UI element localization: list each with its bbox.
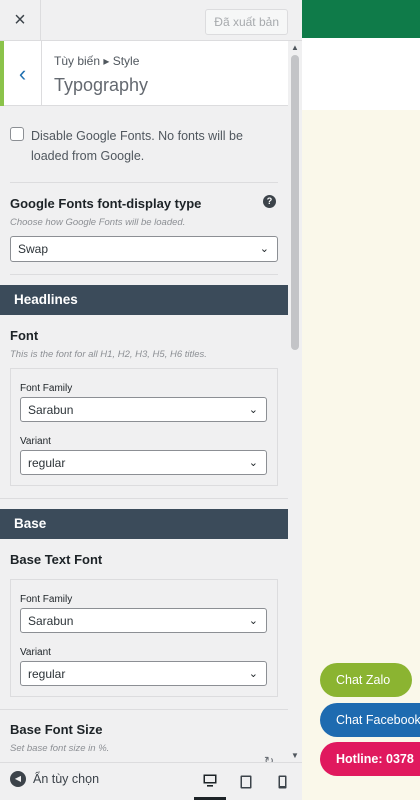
font-display-desc: Choose how Google Fonts will be loaded. <box>10 217 186 228</box>
section-header: ‹ Tùy biến ▸ Style Typography <box>0 41 288 106</box>
mobile-preview-button[interactable] <box>266 763 298 800</box>
base-font-box: Font Family Sarabun ⌄ Variant regular ⌄ <box>10 579 278 697</box>
base-font-family-select[interactable]: Sarabun ⌄ <box>20 608 267 633</box>
variant-label: Variant <box>20 436 51 447</box>
customizer-topbar: × Đã xuất bản <box>0 0 302 41</box>
font-display-select[interactable]: Swap ⌄ <box>10 236 278 262</box>
base-band: Base <box>0 509 288 539</box>
font-display-title: Google Fonts font-display type <box>10 196 202 211</box>
disable-google-fonts-label[interactable]: Disable Google Fonts. No fonts will be l… <box>31 126 278 166</box>
controls-scroll-area: ‹ Tùy biến ▸ Style Typography Disable Go… <box>0 41 288 762</box>
font-family-label: Font Family <box>20 594 73 605</box>
chevron-down-icon: ⌄ <box>248 404 258 416</box>
tablet-icon <box>240 775 252 788</box>
font-family-value: Sarabun <box>28 614 74 628</box>
font-display-value: Swap <box>18 242 49 256</box>
close-icon[interactable]: × <box>0 0 41 41</box>
customizer-panel: × Đã xuất bản ‹ Tùy biến ▸ Style Typogra… <box>0 0 302 800</box>
scrollbar[interactable]: ▲ ▼ <box>288 41 302 762</box>
headlines-font-family-select[interactable]: Sarabun ⌄ <box>20 397 267 422</box>
scroll-down-icon[interactable]: ▼ <box>291 751 299 760</box>
help-icon[interactable]: ? <box>263 195 276 208</box>
mobile-icon <box>278 775 286 788</box>
base-variant-select[interactable]: regular ⌄ <box>20 661 267 686</box>
customizer-footer: ◀ Ẩn tùy chọn <box>0 762 302 800</box>
base-font-title: Base Text Font <box>10 552 103 567</box>
font-family-value: Sarabun <box>28 403 74 417</box>
headlines-font-title: Font <box>10 328 39 343</box>
headlines-font-control: Font This is the font for all H1, H2, H3… <box>0 315 288 499</box>
chevron-down-icon: ⌄ <box>248 615 258 627</box>
chevron-down-icon: ⌄ <box>259 243 269 255</box>
chevron-down-icon: ⌄ <box>248 668 258 680</box>
base-font-size-desc: Set base font size in %. <box>10 743 110 754</box>
disable-google-fonts-checkbox[interactable] <box>10 127 24 141</box>
headlines-variant-select[interactable]: regular ⌄ <box>20 450 267 475</box>
preview-site-header <box>302 0 420 38</box>
chevron-down-icon: ⌄ <box>248 457 258 469</box>
preview-body: Chat Zalo Chat Facebook Hotline: 0378 <box>302 0 420 800</box>
desktop-preview-button[interactable] <box>194 763 226 800</box>
disable-fonts-control: Disable Google Fonts. No fonts will be l… <box>0 106 288 275</box>
breadcrumb: Tùy biến ▸ Style <box>54 54 140 68</box>
scroll-up-icon[interactable]: ▲ <box>291 43 299 52</box>
base-font-size-control: Base Font Size Set base font size in %. … <box>0 710 288 762</box>
variant-value: regular <box>28 456 66 470</box>
hotline-button[interactable]: Hotline: 0378 <box>320 742 420 776</box>
headlines-font-desc: This is the font for all H1, H2, H3, H5,… <box>10 349 207 360</box>
variant-label: Variant <box>20 647 51 658</box>
desktop-icon <box>203 774 217 787</box>
variant-value: regular <box>28 667 66 681</box>
publish-button[interactable]: Đã xuất bản <box>205 9 288 35</box>
chat-facebook-button[interactable]: Chat Facebook <box>320 703 420 737</box>
preview-nav-area <box>302 38 420 110</box>
tablet-preview-button[interactable] <box>230 763 262 800</box>
base-font-size-title: Base Font Size <box>10 722 103 737</box>
headlines-font-box: Font Family Sarabun ⌄ Variant regular ⌄ <box>10 368 278 486</box>
chevron-left-icon: ‹ <box>18 60 27 86</box>
hide-controls-label: Ẩn tùy chọn <box>33 772 100 786</box>
back-button[interactable]: ‹ <box>0 41 42 106</box>
headlines-band: Headlines <box>0 285 288 315</box>
scrollbar-thumb[interactable] <box>291 55 299 350</box>
hide-controls-button[interactable]: ◀ Ẩn tùy chọn <box>10 771 99 787</box>
font-display-control: Google Fonts font-display type ? Choose … <box>10 183 278 275</box>
section-title: Typography <box>54 75 149 95</box>
collapse-icon: ◀ <box>10 771 26 787</box>
reset-icon[interactable]: ↻ <box>264 754 274 762</box>
chat-zalo-button[interactable]: Chat Zalo <box>320 663 412 697</box>
site-preview: Chat Zalo Chat Facebook Hotline: 0378 <box>302 0 420 800</box>
base-font-control: Base Text Font Font Family Sarabun ⌄ Var… <box>0 539 288 710</box>
font-family-label: Font Family <box>20 383 73 394</box>
